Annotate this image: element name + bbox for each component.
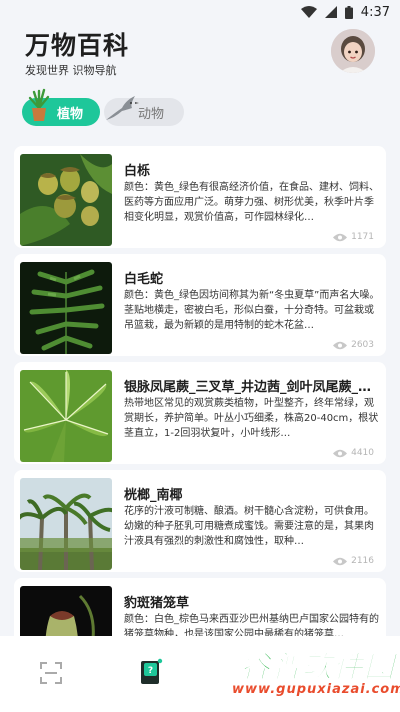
view-count-value: 2603 xyxy=(351,340,374,350)
book-icon[interactable]: ? xyxy=(138,658,164,686)
item-thumbnail xyxy=(20,478,112,570)
view-count: 1171 xyxy=(333,232,374,242)
tab-animal-label: 动物 xyxy=(138,106,165,122)
tab-plant-label: 植物 xyxy=(57,106,84,122)
page-subtitle: 发现世界 识物导航 xyxy=(25,64,117,77)
item-description: 花序的汁液可制糖、酿酒。树干髓心含淀粉，可供食用。幼嫩的种子胚乳可用糖煮成蜜饯。… xyxy=(124,506,374,547)
item-thumbnail xyxy=(20,262,112,354)
status-bar: 4:37 xyxy=(0,0,400,24)
category-tabs: 植物 动物 xyxy=(0,88,400,132)
page-title: 万物百科 xyxy=(25,31,130,60)
bird-icon xyxy=(106,96,139,120)
potted-plant-icon xyxy=(28,88,50,121)
view-count-value: 1171 xyxy=(351,232,374,242)
item-thumbnail xyxy=(20,154,112,246)
view-count-value: 2116 xyxy=(351,556,374,566)
item-name: 白毛蛇 xyxy=(124,272,164,287)
eye-icon xyxy=(333,449,348,457)
list-item[interactable]: 白栎 颜色：黄色_绿色有很高经济价值，在食品、建材、饲料、医药等方面应用广泛。萌… xyxy=(14,146,386,248)
battery-icon xyxy=(344,5,353,19)
item-description: 颜色：白色_棕色马来西亚沙巴州基纳巴卢国家公园特有的猪笼草物种，也是该国家公园中… xyxy=(124,614,379,636)
header: 万物百科 发现世界 识物导航 xyxy=(0,24,400,90)
watermark: 谷普软件园 www.gupuxiazai.com xyxy=(218,640,400,700)
item-thumbnail xyxy=(20,586,112,636)
list-item[interactable]: 桄榔_南椰 花序的汁液可制糖、酿酒。树干髓心含淀粉，可供食用。幼嫩的种子胚乳可用… xyxy=(14,470,386,572)
item-name: 银脉凤尾蕨_三叉草_井边茜_剑叶凤尾蕨_… xyxy=(124,380,372,395)
watermark-text: 谷普软件园 xyxy=(240,650,395,686)
scan-icon[interactable] xyxy=(40,662,62,684)
item-name: 桄榔_南椰 xyxy=(124,488,183,503)
plant-list: 白栎 颜色：黄色_绿色有很高经济价值，在食品、建材、饲料、医药等方面应用广泛。萌… xyxy=(0,136,400,636)
tab-plant[interactable]: 植物 xyxy=(22,88,100,126)
avatar[interactable] xyxy=(331,29,375,73)
view-count: 2603 xyxy=(333,340,374,350)
view-count: 2116 xyxy=(333,556,374,566)
wifi-icon xyxy=(300,6,317,18)
view-count: 4410 xyxy=(333,448,374,458)
item-name: 白栎 xyxy=(124,164,151,179)
signal-icon xyxy=(324,6,337,18)
list-item[interactable]: 豹斑猪笼草 颜色：白色_棕色马来西亚沙巴州基纳巴卢国家公园特有的猪笼草物种，也是… xyxy=(14,578,386,636)
eye-icon xyxy=(333,557,348,565)
item-description: 热带地区常见的观赏蕨类植物，叶型整齐，终年常绿，观赏期长，养护简单。叶丛小巧细柔… xyxy=(124,398,379,439)
list-item[interactable]: 白毛蛇 颜色：黄色_绿色因坊间称其为新“冬虫夏草”而声名大噪。茎贴地横走，密被白… xyxy=(14,254,386,356)
item-description: 颜色：黄色_绿色因坊间称其为新“冬虫夏草”而声名大噪。茎贴地横走，密被白毛，形似… xyxy=(124,290,380,331)
list-item[interactable]: 银脉凤尾蕨_三叉草_井边茜_剑叶凤尾蕨_… 热带地区常见的观赏蕨类植物，叶型整齐… xyxy=(14,362,386,464)
view-count-value: 4410 xyxy=(351,448,374,458)
tab-animal[interactable]: 动物 xyxy=(104,96,184,126)
watermark-url: www.gupuxiazai.com xyxy=(232,682,400,697)
svg-text:?: ? xyxy=(148,666,153,676)
item-name: 豹斑猪笼草 xyxy=(124,596,190,611)
item-thumbnail xyxy=(20,370,112,462)
eye-icon xyxy=(333,341,348,349)
status-time: 4:37 xyxy=(360,4,390,20)
item-description: 颜色：黄色_绿色有很高经济价值，在食品、建材、饲料、医药等方面应用广泛。萌芽力强… xyxy=(124,182,379,223)
eye-icon xyxy=(333,233,348,241)
